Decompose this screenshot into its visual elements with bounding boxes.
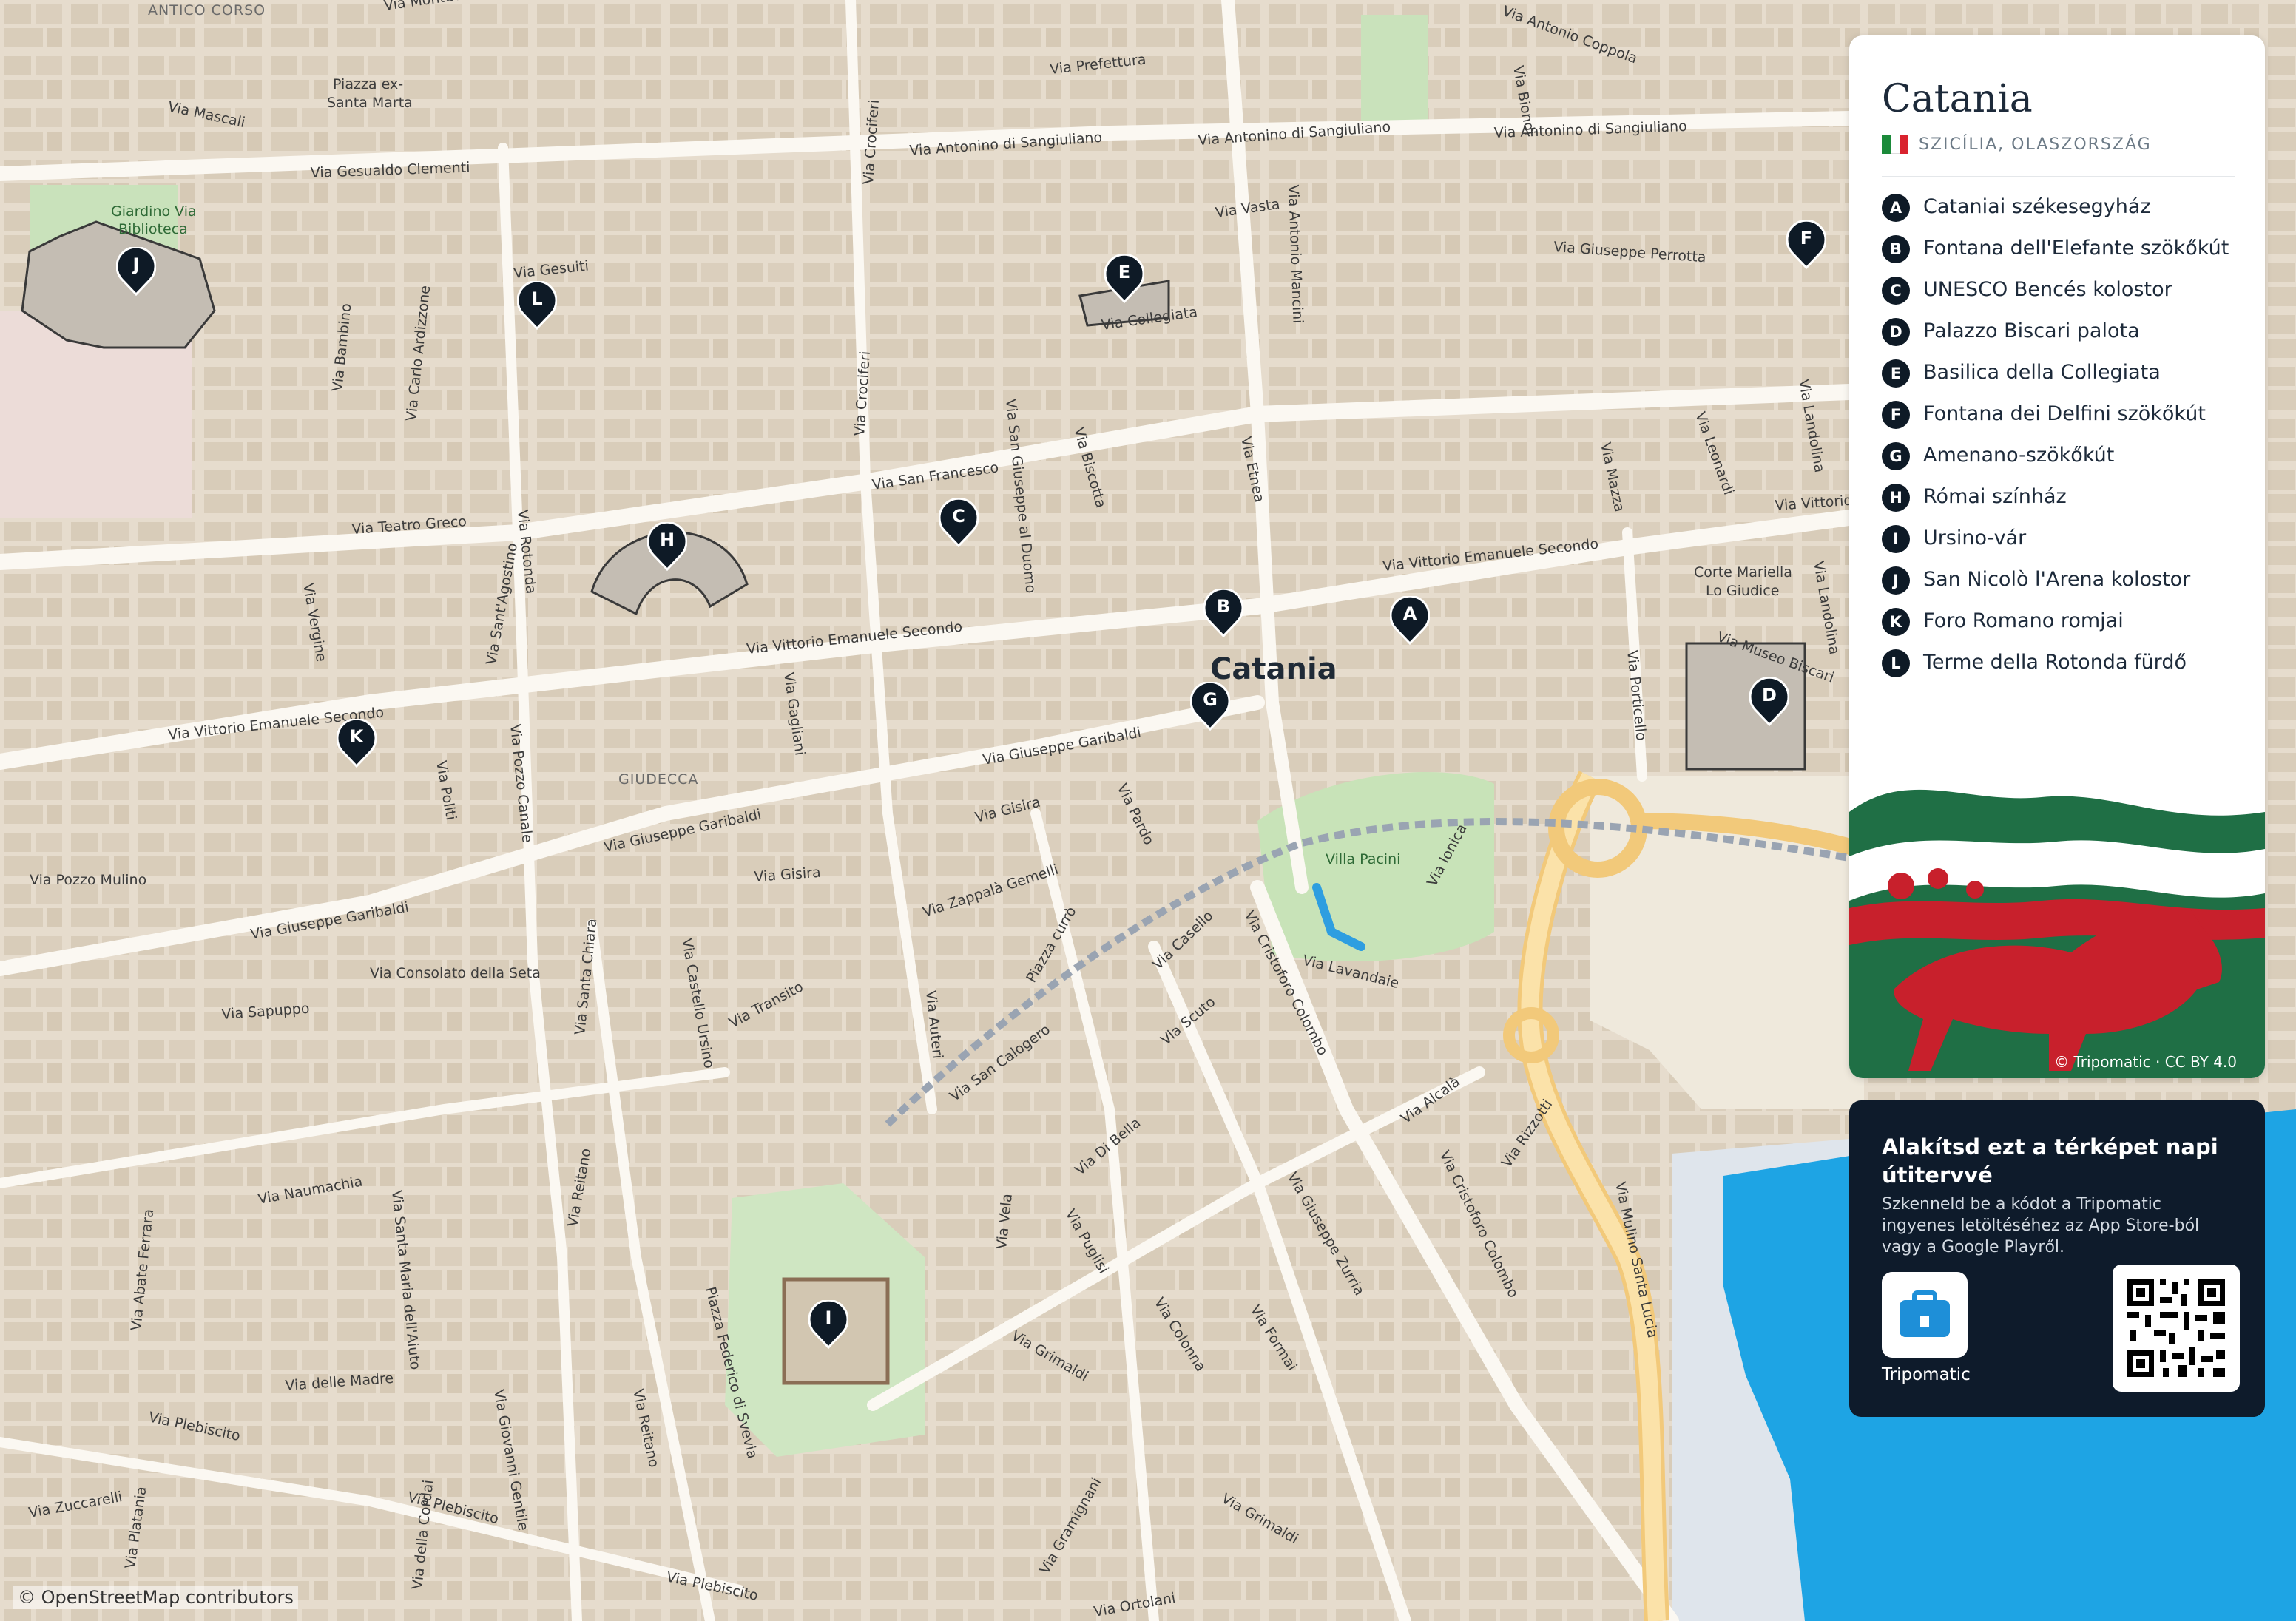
letter-badge: C [1882,277,1910,305]
art-credit: © Tripomatic · CC BY 4.0 [2054,1053,2237,1071]
place-name: Basilica della Collegiata [1923,361,2161,384]
list-item[interactable]: K Foro Romano romjai [1882,608,2237,636]
place-name: San Nicolò l'Arena kolostor [1923,568,2191,591]
small-park-north [1361,15,1428,126]
street-label: GIUDECCA [618,771,698,788]
street-label: Biblioteca [118,221,188,237]
list-item[interactable]: C UNESCO Bencés kolostor [1882,277,2237,305]
marker-letter: E [1118,262,1131,282]
places-list: A Cataniai székesegyház B Fontana dell'Ele… [1882,194,2237,691]
list-item[interactable]: J San Nicolò l'Arena kolostor [1882,566,2237,595]
letter-badge: E [1882,359,1910,388]
app-name: Tripomatic [1882,1365,1971,1384]
italy-flag-icon [1882,135,1908,154]
list-item[interactable]: A Cataniai székesegyház [1882,194,2237,222]
street-label: Santa Marta [327,95,413,111]
list-item[interactable]: G Amenano-szökőkút [1882,442,2237,470]
promo-description: Szkenneld be a kódot a Tripomatic ingyen… [1882,1195,2200,1256]
list-item[interactable]: E Basilica della Collegiata [1882,359,2237,388]
marker-letter: L [531,288,543,309]
decorative-wolf-illustration [1849,723,2265,1078]
marker-b[interactable]: B [1203,589,1243,637]
marker-letter: I [825,1307,832,1328]
street-label: Corte Mariella [1694,564,1792,581]
letter-badge: H [1882,484,1910,512]
list-item[interactable]: D Palazzo Biscari palota [1882,318,2237,346]
marker-j[interactable]: J [116,247,156,296]
marker-letter: K [349,726,364,747]
letter-badge: K [1882,608,1910,636]
letter-badge: B [1882,235,1910,263]
marker-d[interactable]: D [1749,677,1789,726]
list-item[interactable]: B Fontana dell'Elefante szökőkút [1882,235,2237,263]
marker-g[interactable]: G [1190,682,1230,731]
marker-letter: F [1800,228,1813,248]
marker-a[interactable]: A [1390,596,1430,645]
region-text: SZICÍLIA, OLASZORSZÁG [1919,135,2152,154]
place-name: Terme della Rotonda fürdő [1923,651,2187,674]
marker-letter: C [952,506,965,527]
list-item[interactable]: F Fontana dei Delfini szökőkút [1882,401,2237,429]
letter-badge: I [1882,525,1910,553]
marker-h[interactable]: H [647,522,687,571]
place-name: Római színház [1923,485,2067,508]
marker-letter: D [1762,685,1777,705]
marker-l[interactable]: L [517,281,557,330]
tripomatic-app-icon[interactable] [1882,1272,1968,1358]
letter-badge: D [1882,318,1910,346]
marker-i[interactable]: I [808,1300,848,1349]
marker-letter: A [1402,603,1417,624]
marker-letter: H [659,529,675,550]
qr-code-icon[interactable] [2113,1265,2240,1392]
street-label: Via Pozzo Mulino [30,872,146,888]
map-attribution: © OpenStreetMap contributors [13,1586,298,1609]
marker-e[interactable]: E [1104,254,1144,303]
letter-badge: J [1882,566,1910,595]
city-title: Catania [1882,77,2033,121]
place-name: Fontana dei Delfini szökőkút [1923,402,2206,425]
street-label: Villa Pacini [1326,851,1400,867]
letter-badge: F [1882,401,1910,429]
letter-badge: A [1882,194,1910,222]
list-item[interactable]: H Római színház [1882,484,2237,512]
street-label: Via Consolato della Seta [370,965,541,981]
street-label: Piazza ex- [333,76,403,92]
marker-k[interactable]: K [337,719,377,768]
divider [1882,176,2235,177]
list-item[interactable]: L Terme della Rotonda fürdő [1882,649,2237,677]
marker-letter: J [132,254,140,275]
place-name: Fontana dell'Elefante szökőkút [1923,237,2229,260]
place-name: Ursino-vár [1923,527,2027,549]
street-label: ANTICO CORSO [148,2,266,18]
promo-card: Alakítsd ezt a térképet napi útitervvé S… [1849,1100,2265,1417]
place-name: Foro Romano romjai [1923,609,2124,632]
marker-letter: G [1203,689,1218,710]
marker-letter: B [1216,596,1231,617]
promo-title: Alakítsd ezt a térképet napi útitervvé [1882,1134,2218,1188]
marker-c[interactable]: C [939,498,979,547]
legend-card: Catania SZICÍLIA, OLASZORSZÁG A Cataniai … [1849,35,2265,1078]
place-name: Amenano-szökőkút [1923,444,2115,467]
region-subtitle: SZICÍLIA, OLASZORSZÁG [1882,135,2152,154]
street-label: Lo Giudice [1706,583,1779,599]
place-name: UNESCO Bencés kolostor [1923,278,2172,301]
letter-badge: G [1882,442,1910,470]
place-name: Palazzo Biscari palota [1923,319,2140,342]
list-item[interactable]: I Ursino-vár [1882,525,2237,553]
place-name: Cataniai székesegyház [1923,195,2151,218]
letter-badge: L [1882,649,1910,677]
street-label: Giardino Via [111,203,197,220]
marker-f[interactable]: F [1786,220,1826,269]
